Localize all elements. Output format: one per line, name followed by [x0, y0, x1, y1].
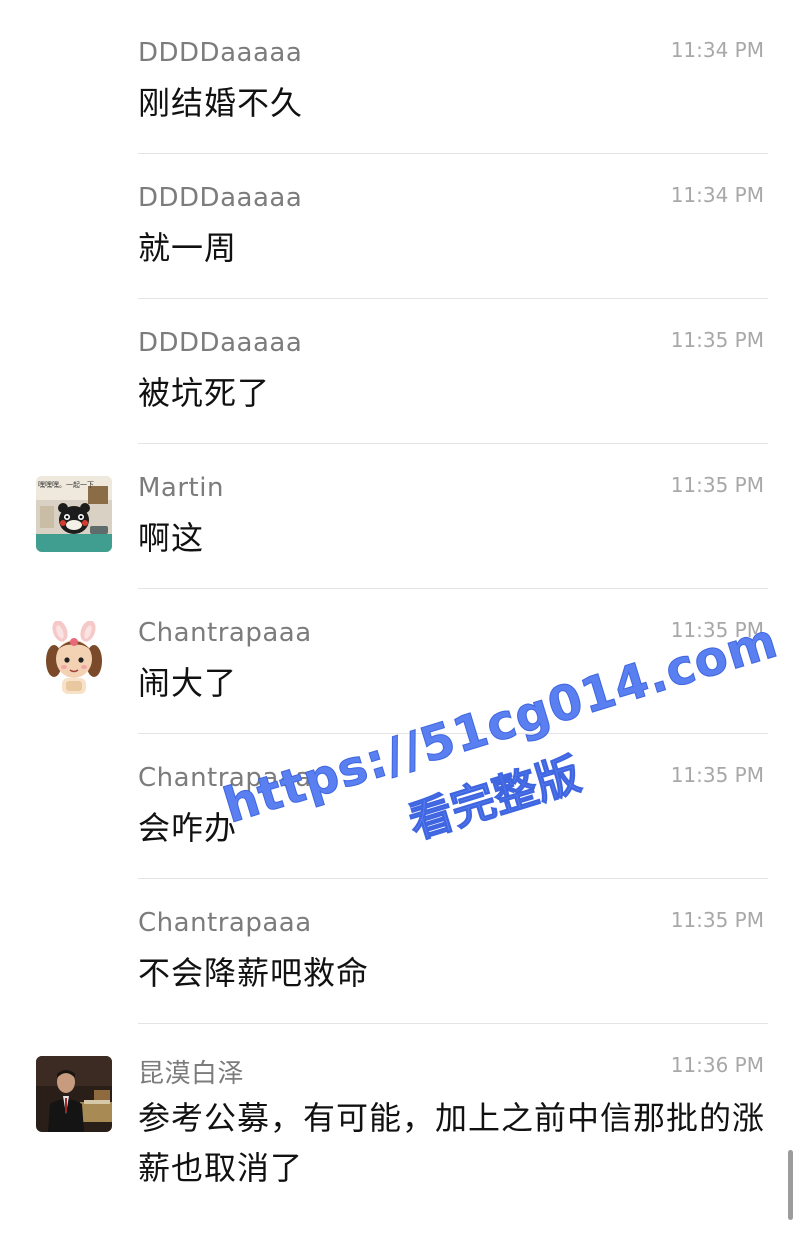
message-item[interactable]: DDDDaaaaa 11:34 PM 就一周: [0, 154, 800, 299]
avatar-caption: 嘿嘿嘿。一起一下: [38, 481, 94, 489]
message-time: 11:36 PM: [670, 1053, 764, 1077]
message-item[interactable]: 昆漠白泽 11:36 PM 参考公募，有可能，加上之前中信那批的涨薪也取消了: [0, 1024, 800, 1236]
message-text: 被坑死了: [138, 374, 271, 412]
chat-message-list: DDDDaaaaa 11:34 PM 刚结婚不久 DDDDaaaaa 11:34…: [0, 0, 800, 1236]
message-text: 会咋办: [138, 809, 238, 847]
message-text: 闹大了: [138, 664, 238, 702]
man-portrait-avatar-image: [36, 1056, 112, 1132]
sender-name[interactable]: 昆漠白泽: [138, 1053, 244, 1090]
sender-name[interactable]: Chantrapaaa: [138, 908, 312, 938]
message-item[interactable]: 嘿嘿嘿。一起一下 Martin 11:35 PM 啊这: [0, 444, 800, 589]
message-item[interactable]: Chantrapaaa 11:35 PM 闹大了: [0, 589, 800, 734]
sender-name[interactable]: Chantrapaaa: [138, 763, 312, 793]
message-time: 11:34 PM: [670, 183, 764, 207]
message-time: 11:35 PM: [670, 618, 764, 642]
message-item[interactable]: DDDDaaaaa 11:35 PM 被坑死了: [0, 299, 800, 444]
scrollbar[interactable]: [788, 1150, 793, 1220]
sender-name[interactable]: DDDDaaaaa: [138, 183, 302, 213]
message-text: 刚结婚不久: [138, 84, 304, 122]
message-time: 11:35 PM: [670, 473, 764, 497]
kumamon-avatar-image: 嘿嘿嘿。一起一下: [36, 476, 112, 552]
sender-name[interactable]: Martin: [138, 473, 224, 503]
message-time: 11:34 PM: [670, 38, 764, 62]
message-time: 11:35 PM: [670, 328, 764, 352]
avatar-kunmobaize[interactable]: [36, 1056, 112, 1132]
sender-name[interactable]: DDDDaaaaa: [138, 328, 302, 358]
message-text: 就一周: [138, 229, 238, 267]
sender-name[interactable]: Chantrapaaa: [138, 618, 312, 648]
message-text: 啊这: [138, 519, 205, 557]
avatar-martin[interactable]: 嘿嘿嘿。一起一下: [36, 476, 112, 552]
message-item[interactable]: DDDDaaaaa 11:34 PM 刚结婚不久: [0, 0, 800, 154]
message-text: 参考公募，有可能，加上之前中信那批的涨薪也取消了: [138, 1099, 766, 1187]
message-time: 11:35 PM: [670, 908, 764, 932]
cartoon-girl-avatar-image: [36, 621, 112, 697]
message-item[interactable]: Chantrapaaa 11:35 PM 会咋办: [0, 734, 800, 879]
message-text: 不会降薪吧救命: [138, 954, 370, 992]
sender-name[interactable]: DDDDaaaaa: [138, 38, 302, 68]
message-item[interactable]: Chantrapaaa 11:35 PM 不会降薪吧救命: [0, 879, 800, 1024]
avatar-chantrapaaa[interactable]: [36, 621, 112, 697]
message-time: 11:35 PM: [670, 763, 764, 787]
